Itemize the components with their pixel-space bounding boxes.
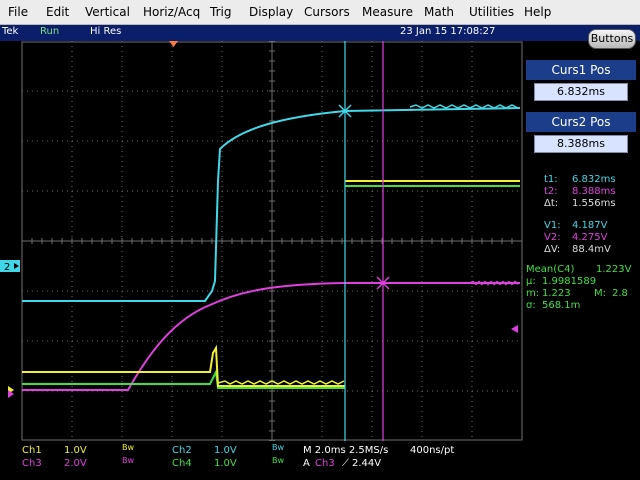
measure-max-label: M: (594, 288, 606, 299)
resolution-readout: 400ns/pt (410, 445, 455, 456)
ch2-bw-badge: Bw (272, 443, 285, 452)
v1-value: 4.187V (572, 220, 608, 231)
ch2-label[interactable]: Ch2 (172, 445, 192, 456)
menu-display[interactable]: Display (249, 5, 293, 19)
menu-utilities[interactable]: Utilities (469, 5, 514, 19)
menu-horiz-acq[interactable]: Horiz/Acq (143, 5, 200, 19)
curs1-pos-input[interactable]: 6.832ms (534, 83, 628, 101)
channel-readout-bar: Ch1 1.0V Bw Ch2 1.0V Bw Ch3 2.0V Bw Ch4 … (0, 441, 640, 480)
trigger-level-icon[interactable] (511, 325, 518, 333)
ch4-bw-badge: Bw (272, 456, 285, 465)
v2-label: V2: (544, 232, 561, 243)
ch3-waveform (22, 282, 520, 391)
measure-mean-value: 1.223V (596, 264, 632, 275)
menu-help[interactable]: Help (524, 5, 551, 19)
ch1-noise (217, 380, 345, 385)
curs2-pos-input[interactable]: 8.388ms (534, 135, 628, 153)
ch3-label[interactable]: Ch3 (22, 458, 42, 469)
v1-label: V1: (544, 220, 561, 231)
t2-value: 8.388ms (572, 186, 616, 197)
trigger-source[interactable]: Ch3 (315, 458, 335, 469)
ch1-label[interactable]: Ch1 (22, 445, 42, 456)
ch2-marker-label: 2 (4, 262, 10, 273)
measure-mu-value: 1.9981589 (542, 276, 597, 287)
brand-label: Tek (2, 26, 19, 37)
menu-bar: File Edit Vertical Horiz/Acq Trig Displa… (0, 0, 640, 25)
cursor-panel: Curs1 Pos 6.832ms Curs2 Pos 8.388ms t1: … (524, 54, 638, 441)
menu-edit[interactable]: Edit (46, 5, 69, 19)
measure-sigma-value: 568.1m (542, 300, 581, 311)
trigger-slope-icon: ⟋ (342, 458, 349, 469)
trigger-mode: A (303, 458, 310, 469)
dv-value: 88.4mV (572, 244, 611, 255)
ch4-scale: 1.0V (214, 458, 237, 469)
menu-cursors[interactable]: Cursors (304, 5, 350, 19)
ch1-scale: 1.0V (64, 445, 87, 456)
date-time: 23 Jan 15 17:08:27 (400, 26, 496, 37)
dt-value: 1.556ms (572, 198, 616, 209)
ch2-scale: 1.0V (214, 445, 237, 456)
measure-mu-label: μ: (526, 276, 536, 287)
menu-measure[interactable]: Measure (362, 5, 413, 19)
ch1-bw-badge: Bw (122, 443, 135, 452)
menu-trig[interactable]: Trig (210, 5, 231, 19)
measure-min-value: 1.223 (542, 288, 571, 299)
menu-vertical[interactable]: Vertical (85, 5, 130, 19)
trigger-position-icon[interactable] (169, 41, 178, 47)
t1-value: 6.832ms (572, 174, 616, 185)
t2-label: t2: (544, 186, 558, 197)
status-bar: Tek Run Hi Res 23 Jan 15 17:08:27 (0, 25, 640, 41)
timebase-readout[interactable]: M 2.0ms 2.5MS/s (303, 445, 388, 456)
measure-max-value: 2.8 (612, 288, 628, 299)
v2-value: 4.275V (572, 232, 608, 243)
run-state: Run (40, 26, 60, 37)
t1-label: t1: (544, 174, 558, 185)
measure-sigma-label: σ: (526, 300, 536, 311)
trigger-level[interactable]: 2.44V (352, 458, 381, 469)
ch2-waveform (22, 107, 521, 302)
dt-label: Δt: (544, 198, 559, 209)
curs2-pos-title: Curs2 Pos (526, 112, 636, 132)
ch4-label[interactable]: Ch4 (172, 458, 192, 469)
acquisition-mode: Hi Res (90, 26, 122, 37)
ch3-scale: 2.0V (64, 458, 87, 469)
curs1-pos-title: Curs1 Pos (526, 60, 636, 80)
measure-mean-label: Mean(C4) (526, 264, 575, 275)
menu-file[interactable]: File (8, 5, 28, 19)
ch3-bw-badge: Bw (122, 456, 135, 465)
dv-label: ΔV: (544, 244, 561, 255)
measure-min-label: m: (526, 288, 540, 299)
menu-math[interactable]: Math (424, 5, 454, 19)
